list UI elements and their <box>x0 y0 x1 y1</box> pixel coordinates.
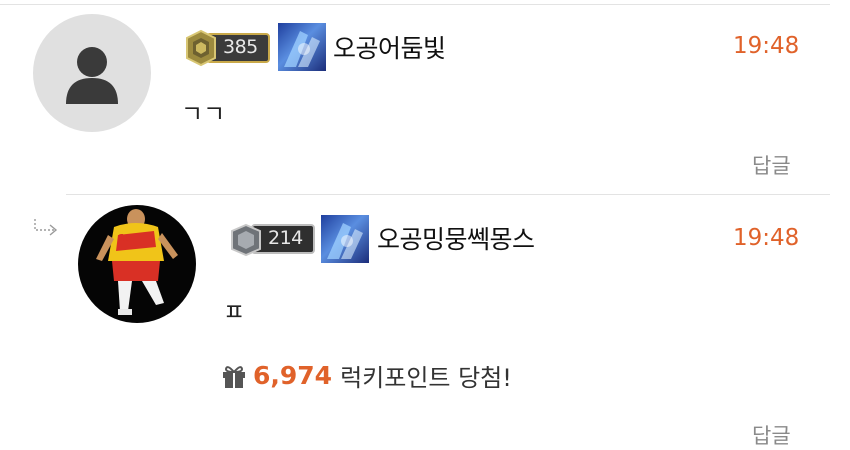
timestamp: 19:48 <box>733 225 800 251</box>
comment-text: ㄱㄱ <box>181 100 226 128</box>
nickname[interactable]: 오공밍뭉쎅몽스 <box>377 220 535 256</box>
comment-divider <box>66 194 830 195</box>
level-number: 214 <box>268 227 303 249</box>
lucky-points: 6,974 <box>253 361 333 390</box>
level-badge: 385 <box>185 28 271 68</box>
avatar[interactable]: 15 <box>78 205 196 323</box>
rank-emblem-icon <box>278 23 326 71</box>
level-badge: 214 <box>228 219 316 259</box>
user-silhouette-icon <box>66 47 118 104</box>
avatar[interactable] <box>33 14 151 132</box>
reply-arrow-icon <box>34 219 58 236</box>
jersey-number: 15 <box>118 232 133 245</box>
nickname[interactable]: 오공어둠빛 <box>333 29 446 65</box>
rank-emblem-icon <box>321 215 369 263</box>
gift-icon <box>223 365 245 388</box>
reply-button[interactable]: 답글 <box>752 150 791 180</box>
lucky-label: 럭키포인트 당첨! <box>340 364 512 392</box>
lucky-point-notice: 6,974 럭키포인트 당첨! <box>221 358 512 393</box>
timestamp: 19:48 <box>733 33 800 59</box>
top-divider <box>0 4 830 5</box>
level-number: 385 <box>223 36 258 58</box>
comment-text: ㅍ <box>223 298 246 326</box>
reply-button[interactable]: 답글 <box>752 420 791 450</box>
avatar-image: 15 <box>96 209 178 315</box>
